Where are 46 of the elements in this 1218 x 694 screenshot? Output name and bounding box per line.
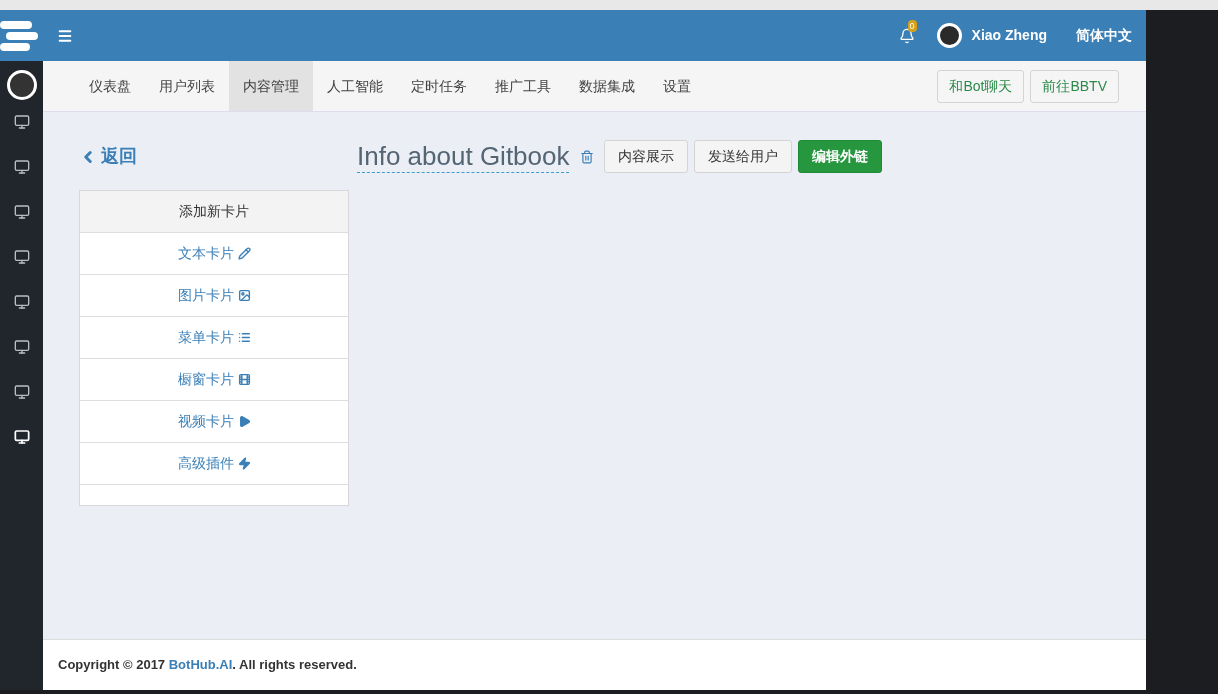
nav-tab[interactable]: 数据集成 — [565, 61, 649, 111]
card-menu-item[interactable]: 菜单卡片 — [80, 317, 348, 359]
list-icon — [237, 331, 251, 344]
nav-tab[interactable]: 定时任务 — [397, 61, 481, 111]
monitor-icon[interactable] — [13, 384, 30, 400]
avatar[interactable] — [6, 70, 37, 100]
nav-tab[interactable]: 用户列表 — [145, 61, 229, 111]
monitor-icon[interactable] — [13, 159, 30, 175]
card-menu-item[interactable]: 橱窗卡片 — [80, 359, 348, 401]
monitor-icon[interactable] — [13, 429, 30, 445]
monitor-icon[interactable] — [13, 339, 30, 355]
card-menu-item[interactable]: 图片卡片 — [80, 275, 348, 317]
nav-tab[interactable]: 设置 — [649, 61, 705, 111]
menu-icon[interactable] — [57, 27, 73, 44]
link-button[interactable]: 前往BBTV — [1030, 69, 1119, 103]
nav-tab[interactable]: 仪表盘 — [75, 61, 145, 111]
monitor-icon[interactable] — [13, 294, 30, 310]
monitor-icon[interactable] — [13, 114, 30, 130]
monitor-icon[interactable] — [13, 204, 30, 220]
card-menu-item[interactable]: 视频卡片 — [80, 401, 348, 443]
page-title[interactable]: Info about Gitbook — [357, 140, 570, 173]
monitor-icon[interactable] — [13, 249, 30, 265]
user-avatar[interactable] — [936, 23, 962, 48]
trash-icon[interactable] — [580, 149, 595, 164]
nav-tab[interactable]: 内容管理 — [229, 61, 313, 111]
image-icon — [237, 289, 251, 302]
card-menu-item[interactable]: 高级插件 — [80, 443, 348, 485]
notification-badge: 0 — [907, 19, 917, 32]
play-icon — [237, 415, 251, 428]
back-link[interactable]: 返回 — [79, 143, 357, 170]
nav-tab[interactable]: 人工智能 — [313, 61, 397, 111]
film-icon — [237, 373, 251, 386]
action-button[interactable]: 内容展示 — [604, 140, 689, 173]
lightning-icon — [237, 457, 251, 470]
link-button[interactable]: 和Bot聊天 — [937, 69, 1025, 103]
card-menu-heading: 添加新卡片 — [80, 191, 348, 233]
bell-icon[interactable] — [898, 27, 915, 44]
language-selector[interactable]: 简体中文 — [1076, 25, 1132, 46]
card-menu-item[interactable]: 文本卡片 — [80, 233, 348, 275]
copyright-text: Copyright © 2017 BotHub.AI. All rights reserved. — [58, 656, 357, 675]
action-button[interactable]: 编辑外链 — [798, 140, 883, 173]
action-button[interactable]: 发送给用户 — [694, 140, 793, 173]
logo-icon — [0, 18, 38, 53]
pencil-icon — [237, 247, 251, 260]
nav-tab[interactable]: 推广工具 — [481, 61, 565, 111]
user-name[interactable]: Xiao Zheng — [971, 25, 1047, 46]
